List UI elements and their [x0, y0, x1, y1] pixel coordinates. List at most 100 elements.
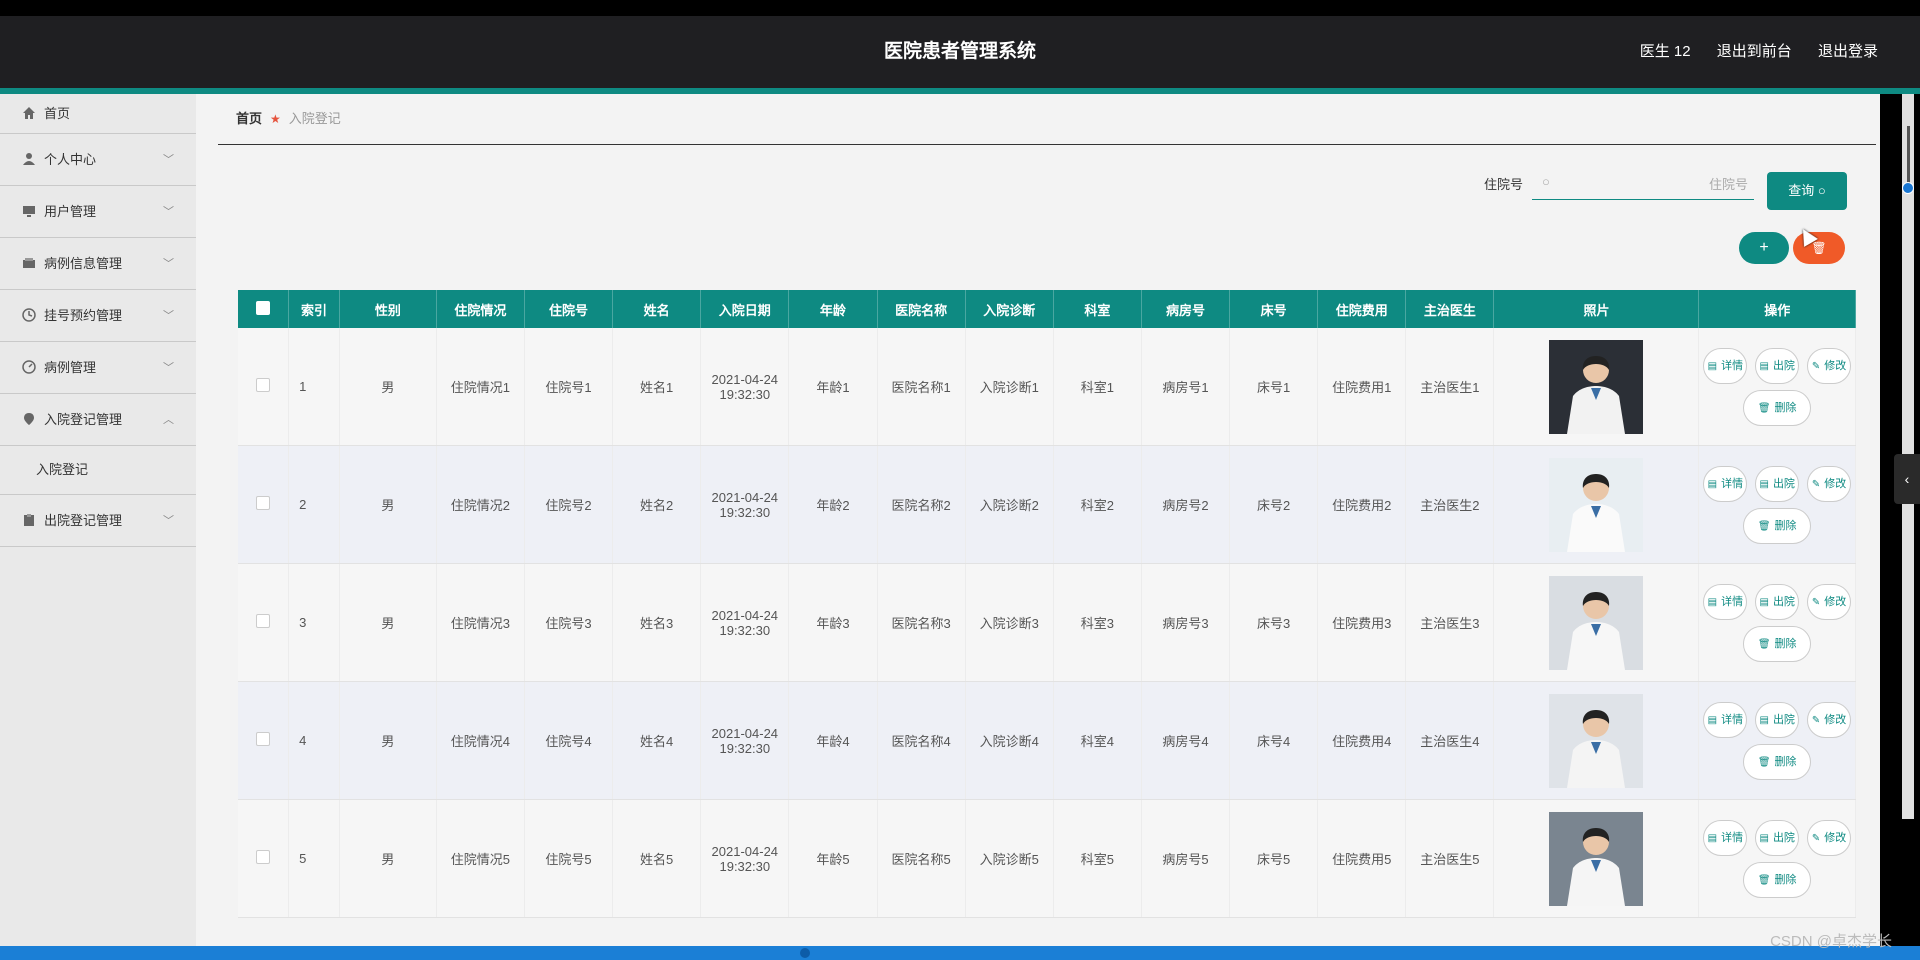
cell-diagnosis: 入院诊断2 — [965, 445, 1054, 564]
detail-button[interactable]: ▤ 详情 — [1703, 701, 1748, 738]
progress-knob[interactable] — [800, 948, 810, 958]
cell-age: 年龄3 — [788, 563, 878, 682]
sidebar-item-admission[interactable]: 入院登记管理 ︿ — [0, 394, 196, 446]
cell-doctor: 主治医生5 — [1405, 799, 1495, 918]
discharge-button[interactable]: ▤ 出院 — [1755, 819, 1800, 856]
delete-button[interactable]: 🗑 删除 — [1743, 389, 1812, 426]
row-checkbox[interactable] — [256, 378, 271, 392]
edit-button[interactable]: ✎ 修改 — [1807, 465, 1851, 502]
row-select-cell[interactable] — [238, 563, 290, 682]
discharge-button[interactable]: ▤ 出院 — [1755, 583, 1800, 620]
detail-label: 详情 — [1721, 595, 1744, 608]
row-checkbox[interactable] — [256, 850, 271, 864]
doctor-photo — [1549, 457, 1644, 552]
scrollbar-thumb[interactable] — [1907, 126, 1910, 186]
edit-button[interactable]: ✎ 修改 — [1807, 701, 1851, 738]
edit-icon: ✎ — [1811, 360, 1821, 372]
cell-status: 住院情况1 — [436, 328, 525, 446]
sidebar-item-label: 入院登记管理 — [44, 412, 123, 427]
detail-label: 详情 — [1721, 477, 1744, 490]
cell-bed: 床号2 — [1229, 445, 1319, 564]
edit-icon: ✎ — [1811, 714, 1821, 726]
row-select-cell[interactable] — [238, 328, 290, 446]
cell-age: 年龄4 — [788, 681, 878, 800]
query-button[interactable]: 查询 ○ — [1767, 172, 1847, 210]
breadcrumb-current: 入院登记 — [288, 111, 341, 126]
sidebar-item-users[interactable]: 用户管理 ﹀ — [0, 186, 196, 238]
add-button[interactable]: + — [1739, 232, 1789, 264]
discharge-label: 出院 — [1772, 831, 1795, 844]
search-input[interactable] — [1562, 170, 1750, 198]
cell-hospital: 医院名称5 — [877, 799, 966, 918]
discharge-button[interactable]: ▤ 出院 — [1755, 465, 1800, 502]
cell-name: 姓名5 — [612, 799, 702, 918]
search-field[interactable]: ○ — [1532, 166, 1754, 200]
detail-button[interactable]: ▤ 详情 — [1703, 465, 1748, 502]
cell-fee: 住院费用4 — [1317, 681, 1407, 800]
chevron-down-icon: ﹀ — [163, 206, 174, 218]
sidebar-item-case-info[interactable]: 病例信息管理 ﹀ — [0, 238, 196, 290]
doctor-photo — [1549, 575, 1644, 670]
trash-icon: 🗑 — [1757, 520, 1771, 532]
row-select-cell[interactable] — [238, 799, 290, 918]
collapse-panel-tab[interactable]: ‹ — [1894, 454, 1920, 504]
cell-diagnosis: 入院诊断3 — [965, 563, 1054, 682]
discharge-button[interactable]: ▤ 出院 — [1755, 347, 1800, 384]
select-all-checkbox[interactable] — [256, 300, 271, 315]
app-header: 医院患者管理系统 医生 12 退出到前台 退出登录 — [0, 16, 1920, 94]
row-checkbox[interactable] — [256, 614, 271, 628]
photo-cell — [1493, 328, 1700, 446]
cell-idx: 4 — [288, 681, 340, 800]
cell-fee: 住院费用5 — [1317, 799, 1407, 918]
front-link[interactable]: 退出到前台 — [1717, 43, 1792, 60]
cell-date: 2021-04-24 19:32:30 — [700, 563, 790, 682]
home-icon — [23, 107, 35, 119]
select-all-cell[interactable] — [238, 290, 290, 328]
row-checkbox[interactable] — [256, 732, 271, 746]
table-row: 2 男住院情况2 住院号2 姓名2 2021-04-24 19:32:30 年龄2 医院名称… — [238, 445, 1856, 564]
cell-idx: 1 — [288, 328, 340, 446]
operations-cell: ▤ 详情 ▤ 出院 ✎ 修改 🗑 删除 — [1698, 563, 1856, 682]
search-icon: ○ — [1542, 174, 1550, 189]
cell-ward: 病房号3 — [1141, 563, 1231, 682]
row-select-cell[interactable] — [238, 445, 290, 564]
cell-dept: 科室3 — [1053, 563, 1142, 682]
sidebar-item-discharge[interactable]: 出院登记管理 ﹀ — [0, 495, 196, 547]
row-select-cell[interactable] — [238, 681, 290, 800]
delete-button[interactable]: 🗑 删除 — [1743, 625, 1812, 662]
logout-link[interactable]: 退出登录 — [1818, 43, 1878, 60]
sidebar-item-label: 挂号预约管理 — [44, 308, 123, 323]
sidebar-item-appointment[interactable]: 挂号预约管理 ﹀ — [0, 290, 196, 342]
edit-label: 修改 — [1824, 831, 1847, 844]
edit-button[interactable]: ✎ 修改 — [1807, 347, 1851, 384]
delete-button[interactable]: 🗑 删除 — [1743, 743, 1812, 780]
document-icon: ▤ — [1707, 360, 1718, 372]
edit-icon: ✎ — [1811, 832, 1821, 844]
edit-icon: ✎ — [1811, 596, 1821, 608]
cell-name: 姓名3 — [612, 563, 702, 682]
detail-button[interactable]: ▤ 详情 — [1703, 583, 1748, 620]
cell-inpatient_no: 住院号1 — [524, 328, 614, 446]
row-checkbox[interactable] — [256, 496, 271, 510]
sidebar-subitem-admission[interactable]: 入院登记 — [0, 446, 196, 495]
cell-date: 2021-04-24 19:32:30 — [700, 799, 790, 918]
cell-hospital: 医院名称1 — [877, 328, 966, 446]
edit-button[interactable]: ✎ 修改 — [1807, 583, 1851, 620]
sidebar-item-personal[interactable]: 个人中心 ﹀ — [0, 134, 196, 186]
cell-status: 住院情况3 — [436, 563, 525, 682]
wallet-icon — [23, 258, 35, 268]
cell-diagnosis: 入院诊断1 — [965, 328, 1054, 446]
scrollbar-knob[interactable] — [1902, 182, 1914, 194]
detail-button[interactable]: ▤ 详情 — [1703, 819, 1748, 856]
detail-button[interactable]: ▤ 详情 — [1703, 347, 1748, 384]
trash-icon: 🗑 — [1757, 402, 1771, 414]
delete-button[interactable]: 🗑 删除 — [1743, 507, 1812, 544]
delete-button[interactable]: 🗑 删除 — [1743, 861, 1812, 898]
edit-button[interactable]: ✎ 修改 — [1807, 819, 1851, 856]
operations-cell: ▤ 详情 ▤ 出院 ✎ 修改 🗑 删除 — [1698, 681, 1856, 800]
breadcrumb-home[interactable]: 首页 — [236, 111, 262, 126]
sidebar-item-cases[interactable]: 病例管理 ﹀ — [0, 342, 196, 394]
detail-label: 详情 — [1721, 359, 1744, 372]
sidebar-item-home[interactable]: 首页 — [0, 94, 196, 134]
discharge-button[interactable]: ▤ 出院 — [1755, 701, 1800, 738]
